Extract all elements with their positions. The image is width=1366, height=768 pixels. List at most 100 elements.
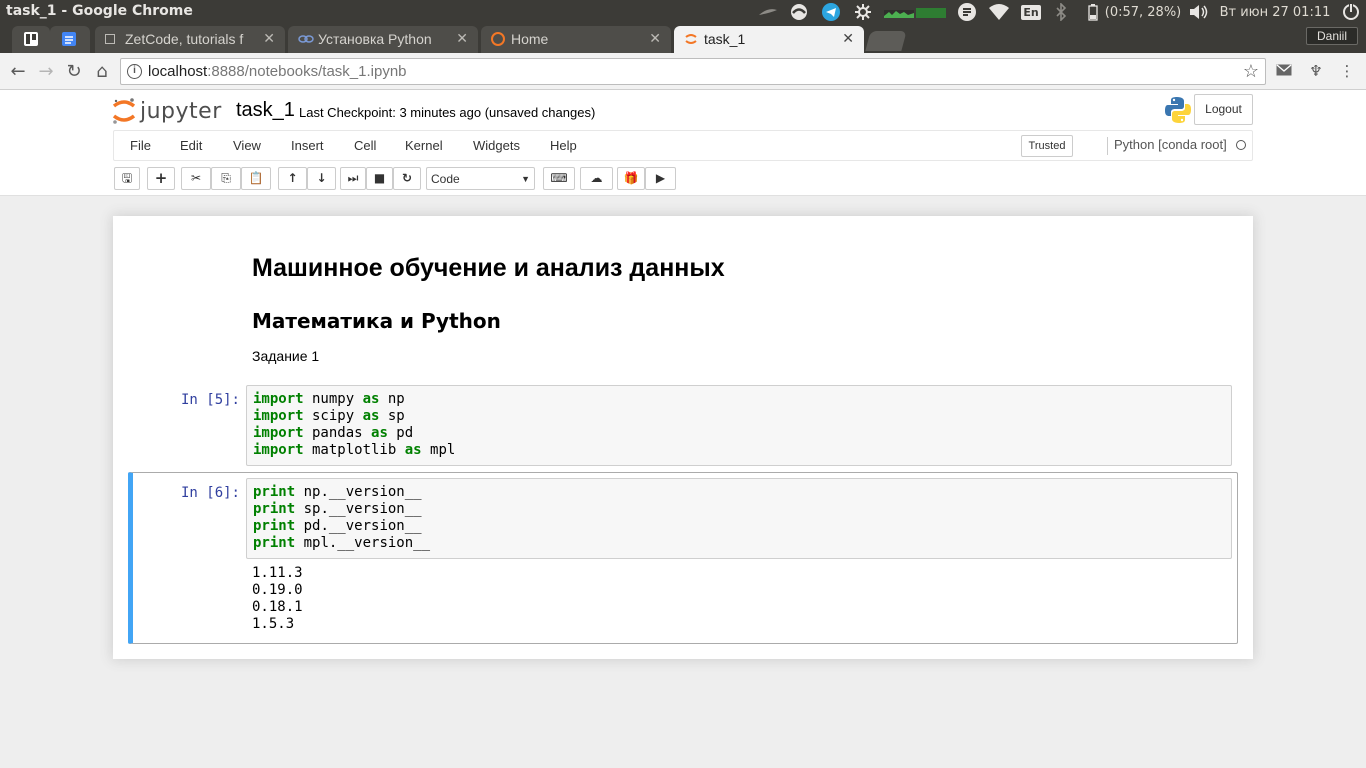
tab-trello[interactable] <box>12 26 50 53</box>
cell-type-select[interactable]: Code ▼ <box>426 167 535 190</box>
menu-kernel[interactable]: Kernel <box>405 138 443 153</box>
menu-edit[interactable]: Edit <box>180 138 202 153</box>
cloud-upload-icon: ☁ <box>590 171 603 185</box>
bluetooth-icon[interactable] <box>1052 0 1070 24</box>
run-button[interactable]: ⏭ <box>340 167 366 190</box>
cpu-graph-icon <box>916 0 946 24</box>
sync-icon[interactable] <box>788 0 810 24</box>
cell-2-code[interactable]: print np.__version__ print sp.__version__… <box>246 478 1232 559</box>
reload-icon[interactable]: ↻ <box>64 62 84 82</box>
window-title: task_1 - Google Chrome <box>6 3 193 19</box>
trello-icon <box>24 32 38 46</box>
kernel-idle-icon <box>1236 140 1246 150</box>
code-line: import pandas as pd <box>253 425 1225 442</box>
bookmark-star-icon[interactable]: ☆ <box>1243 61 1259 82</box>
jupyter-wordmark: jupyter <box>140 98 222 124</box>
tab-label: ZetCode, tutorials f <box>125 31 244 47</box>
weather-icon[interactable] <box>756 0 780 24</box>
refresh-icon: ↻ <box>401 171 413 185</box>
clock[interactable]: Вт июн 27 01:11 <box>1218 0 1332 24</box>
code-text: np <box>379 391 405 407</box>
logout-button[interactable]: Logout <box>1194 94 1253 125</box>
cell-type-value: Code <box>431 172 460 186</box>
system-menu-icon[interactable] <box>1340 0 1362 24</box>
forward-icon[interactable]: → <box>36 62 56 82</box>
tab-install-python[interactable]: Установка Python ✕ <box>288 26 478 53</box>
back-icon[interactable]: ← <box>8 62 28 82</box>
address-bar[interactable]: i localhost:8888/notebooks/task_1.ipynb … <box>120 58 1266 85</box>
settings-icon[interactable] <box>852 0 874 24</box>
move-up-button[interactable]: ↑ <box>278 167 307 190</box>
new-tab-button[interactable] <box>865 31 907 51</box>
battery-icon[interactable] <box>1084 0 1102 24</box>
output-line: 1.5.3 <box>252 616 295 632</box>
home-icon[interactable]: ⌂ <box>92 62 112 82</box>
chrome-menu-icon[interactable]: ⋮ <box>1336 61 1358 81</box>
arrow-down-icon: ↓ <box>316 171 327 185</box>
kernel-name: Python [conda root] <box>1107 137 1227 155</box>
markdown-heading-1: Машинное обучение и анализ данных <box>252 254 725 282</box>
wifi-icon[interactable] <box>988 0 1010 24</box>
interrupt-button[interactable]: ■ <box>366 167 393 190</box>
code-text: sp <box>379 408 405 424</box>
profile-button[interactable]: Daniil <box>1305 27 1358 45</box>
publish-button[interactable]: ☁ <box>580 167 613 190</box>
keyword: print <box>253 501 296 517</box>
close-icon[interactable]: ✕ <box>263 30 275 47</box>
tab-task1[interactable]: task_1 ✕ <box>674 26 864 53</box>
trusted-indicator[interactable]: Trusted <box>1021 135 1073 157</box>
info-icon[interactable]: i <box>127 64 142 79</box>
menu-view[interactable]: View <box>233 138 261 153</box>
cell-1-code[interactable]: import numpy as np import scipy as sp impo… <box>246 385 1232 466</box>
keyword: print <box>253 484 296 500</box>
keyboard-layout-indicator[interactable]: En <box>1020 0 1042 24</box>
code-text: pd <box>387 425 414 441</box>
code-text: scipy <box>303 408 363 424</box>
code-line: import matplotlib as mpl <box>253 442 1225 459</box>
cut-button[interactable]: ✂ <box>181 167 211 190</box>
close-icon[interactable]: ✕ <box>456 30 468 47</box>
slideshow-button[interactable]: ▶ <box>645 167 676 190</box>
move-down-button[interactable]: ↓ <box>307 167 336 190</box>
restart-button[interactable]: ↻ <box>393 167 421 190</box>
save-icon: 🖫 <box>121 171 133 185</box>
menu-file[interactable]: File <box>130 138 151 153</box>
arrow-up-icon: ↑ <box>287 171 298 185</box>
menu-help[interactable]: Help <box>550 138 577 153</box>
url-path: :8888/notebooks/task_1.ipynb <box>207 63 407 80</box>
menu-insert[interactable]: Insert <box>291 138 324 153</box>
code-text: np.__version__ <box>295 484 422 500</box>
jupyter-logo[interactable]: jupyter <box>112 96 222 126</box>
code-line: print mpl.__version__ <box>253 535 1225 552</box>
gift-button[interactable]: 🎁 <box>617 167 645 190</box>
volume-icon[interactable] <box>1188 0 1210 24</box>
tab-home[interactable]: Home ✕ <box>481 26 671 53</box>
close-icon[interactable]: ✕ <box>649 30 661 47</box>
keyword: import <box>253 391 304 407</box>
tab-zetcode[interactable]: ZetCode, tutorials f ✕ <box>95 26 285 53</box>
command-palette-button[interactable]: ⌨ <box>543 167 575 190</box>
keyword: as <box>371 425 388 441</box>
keyword: print <box>253 535 296 551</box>
markdown-paragraph: Задание 1 <box>252 348 320 364</box>
close-icon[interactable]: ✕ <box>842 30 854 47</box>
keyword: as <box>362 391 380 407</box>
notebook-name[interactable]: task_1 <box>236 99 295 122</box>
keyboard-layout-label: En <box>1021 4 1041 20</box>
jupyter-logo-icon <box>112 98 136 124</box>
browser-toolbar: ← → ↻ ⌂ i localhost:8888/notebooks/task_… <box>0 53 1366 90</box>
stop-icon: ■ <box>373 171 386 185</box>
paste-button[interactable]: 📋 <box>241 167 271 190</box>
insert-cell-button[interactable]: + <box>147 167 175 190</box>
notes-icon[interactable] <box>956 0 978 24</box>
copy-button[interactable]: ⎘ <box>211 167 241 190</box>
menu-widgets[interactable]: Widgets <box>473 138 520 153</box>
mail-icon[interactable] <box>1273 61 1295 81</box>
tab-label: Home <box>511 31 549 47</box>
save-button[interactable]: 🖫 <box>114 167 140 190</box>
extension-icon[interactable]: ♆ <box>1305 61 1327 81</box>
menu-cell[interactable]: Cell <box>354 138 376 153</box>
tab-docs[interactable] <box>50 26 90 53</box>
telegram-icon[interactable] <box>820 0 842 24</box>
cell-2-output: 1.11.3 0.19.0 0.18.1 1.5.3 <box>252 565 303 633</box>
